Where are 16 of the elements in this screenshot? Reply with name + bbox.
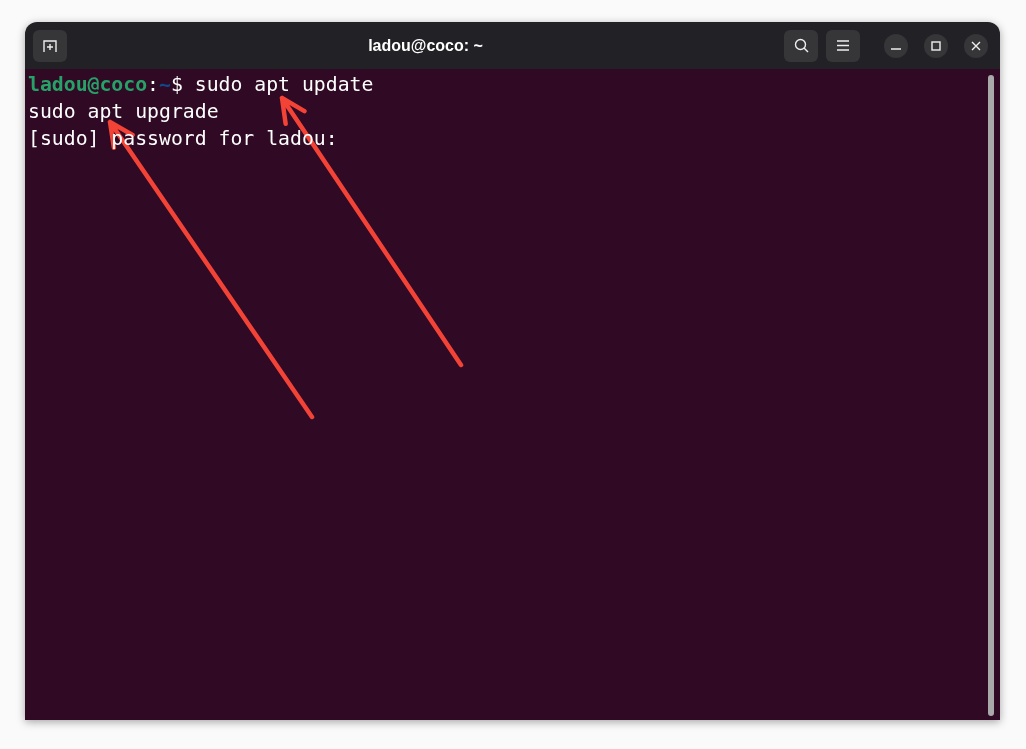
- window-title: ladou@coco: ~: [368, 35, 483, 56]
- new-tab-icon: [42, 38, 58, 53]
- menu-icon: [837, 40, 849, 51]
- terminal-line: sudo apt upgrade: [28, 99, 220, 125]
- search-icon: [793, 38, 809, 53]
- maximize-button[interactable]: [924, 33, 948, 58]
- minimize-button[interactable]: [884, 33, 908, 58]
- minimize-icon: [891, 47, 901, 50]
- search-button[interactable]: [784, 29, 818, 62]
- scrollbar[interactable]: [988, 75, 994, 716]
- maximize-icon: [931, 40, 941, 51]
- new-tab-button[interactable]: [33, 29, 67, 62]
- menu-button[interactable]: [826, 29, 860, 62]
- close-button[interactable]: [964, 33, 988, 58]
- close-icon: [971, 40, 981, 51]
- terminal-line: ladou@coco:~$ sudo apt update: [28, 72, 375, 98]
